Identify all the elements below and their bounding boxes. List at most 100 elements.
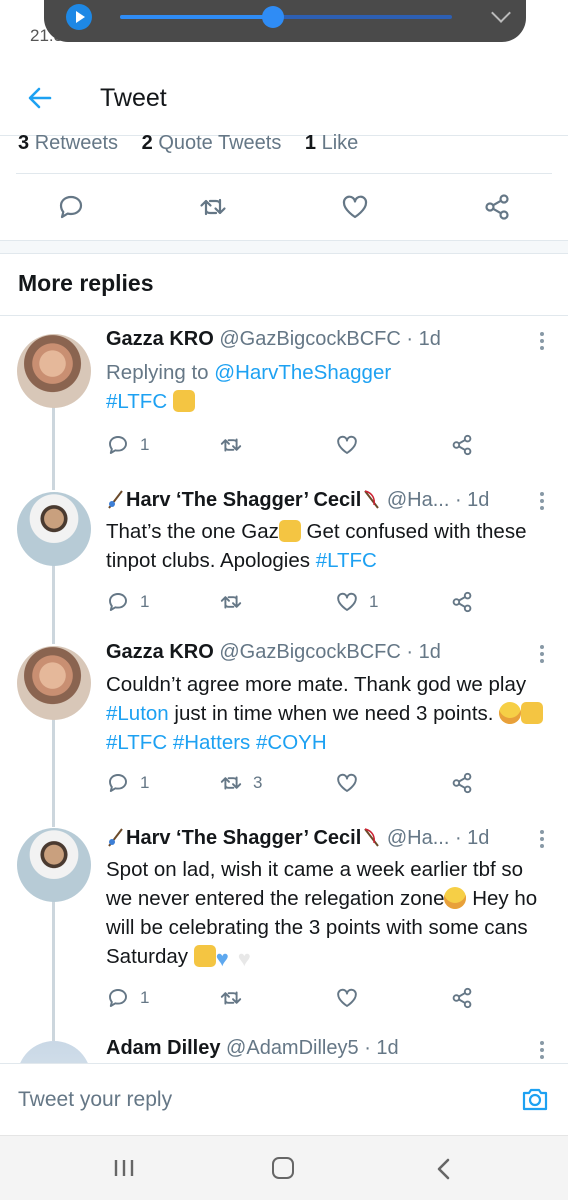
media-player[interactable] <box>44 0 526 42</box>
author-handle[interactable]: @GazBigcockBCFC <box>219 641 400 663</box>
section-separator <box>0 240 568 254</box>
reply-tweet[interactable]: Adam Dilley @AdamDilley5 · 1d <box>0 1037 568 1063</box>
heart-icon <box>337 773 357 792</box>
more-options-icon[interactable] <box>540 830 544 848</box>
media-progress-knob[interactable] <box>261 6 284 28</box>
hashtag-link[interactable]: #LTFC #Hatters #COYH <box>106 731 327 754</box>
share-icon[interactable] <box>482 192 512 222</box>
heart-icon[interactable] <box>340 192 370 222</box>
reply-button[interactable]: 1 <box>106 589 149 615</box>
tweet-body: Replying to @HarvTheShagger #LTFC <box>106 361 392 413</box>
tweet-time: · 1d <box>406 641 441 663</box>
heart-icon <box>337 988 357 1007</box>
avatar[interactable] <box>17 646 91 720</box>
media-progress-track[interactable] <box>120 6 452 28</box>
tweet-actions: 1 <box>106 985 546 1013</box>
retweet-icon <box>220 595 242 609</box>
share-icon <box>452 987 472 1009</box>
retweet-button[interactable]: 3 <box>219 770 262 796</box>
thread-connector <box>52 719 55 827</box>
tweet-time: · 1d <box>454 827 490 849</box>
hashtag-link[interactable]: #LTFC <box>106 390 167 413</box>
fishing-pole-icon <box>364 490 380 509</box>
retweet-button[interactable] <box>219 589 253 615</box>
retweet-button[interactable] <box>219 432 253 458</box>
stat-retweets[interactable]: 3 Retweets <box>18 132 118 154</box>
fishing-pole-icon <box>108 490 123 509</box>
like-button[interactable]: 1 <box>335 589 378 615</box>
reply-composer[interactable]: Tweet your reply <box>0 1063 568 1135</box>
share-icon <box>452 591 472 613</box>
avatar[interactable] <box>17 334 91 408</box>
reply-count: 1 <box>140 773 150 792</box>
more-options-icon[interactable] <box>540 645 544 663</box>
white-heart-icon: ♥ <box>237 946 251 971</box>
author-handle[interactable]: @Ha... <box>387 489 450 511</box>
hashtag-link[interactable]: #LTFC <box>316 549 377 572</box>
camera-icon[interactable] <box>520 1084 550 1114</box>
share-button[interactable] <box>450 985 484 1011</box>
reply-input[interactable]: Tweet your reply <box>18 1088 172 1112</box>
tweet-header: Adam Dilley @AdamDilley5 · 1d <box>106 1037 536 1060</box>
avatar[interactable] <box>17 1041 91 1063</box>
hashtag-link[interactable]: #Luton <box>106 702 169 725</box>
top-bar: Tweet <box>0 60 568 136</box>
reply-icon <box>109 593 127 611</box>
arrow-left-icon[interactable] <box>26 84 54 112</box>
retweet-button[interactable] <box>219 985 253 1011</box>
reply-icon[interactable] <box>56 192 86 222</box>
heart-icon <box>337 592 357 611</box>
share-button[interactable] <box>450 589 484 615</box>
author-handle[interactable]: @GazBigcockBCFC <box>219 328 400 350</box>
reply-icon <box>109 774 127 792</box>
heart-icon <box>337 435 357 454</box>
author-name[interactable]: Gazza KRO <box>106 328 214 350</box>
share-icon <box>452 434 472 456</box>
tweet-actions: 1 3 <box>106 770 546 798</box>
laughing-face-icon <box>444 887 467 909</box>
reply-button[interactable]: 1 <box>106 432 149 458</box>
tweet-actions: 1 <box>106 432 546 460</box>
author-name[interactable]: Gazza KRO <box>106 641 214 663</box>
retweet-count: 3 <box>253 773 263 792</box>
author-name[interactable]: Harv ‘The Shagger’ Cecil <box>126 489 361 511</box>
tweet-body: Spot on lad, wish it came a week earlier… <box>106 858 538 971</box>
author-handle[interactable]: @AdamDilley5 <box>226 1037 359 1059</box>
more-options-icon[interactable] <box>540 332 544 350</box>
reply-count: 1 <box>140 435 150 454</box>
reply-icon <box>109 989 127 1007</box>
reply-button[interactable]: 1 <box>106 985 149 1011</box>
stat-likes[interactable]: 1 Like <box>305 132 358 154</box>
main-tweet-actions <box>0 180 568 236</box>
like-button[interactable] <box>335 432 369 458</box>
author-handle[interactable]: @Ha... <box>387 827 450 849</box>
back-nav-icon[interactable] <box>434 1158 454 1180</box>
reply-button[interactable]: 1 <box>106 770 149 796</box>
reply-count: 1 <box>140 592 150 611</box>
tweet-header: Harv ‘The Shagger’ Cecil @Ha... · 1d <box>106 826 536 850</box>
like-count: 1 <box>369 592 379 611</box>
avatar[interactable] <box>17 492 91 566</box>
mention-link[interactable]: @HarvTheShagger <box>214 361 391 384</box>
tweet-header: Gazza KRO @GazBigcockBCFC · 1d <box>106 328 536 351</box>
like-button[interactable] <box>335 770 369 796</box>
chevron-down-icon[interactable] <box>491 3 511 23</box>
tweet-stats: 3 Retweets 2 Quote Tweets 1 Like <box>18 132 358 155</box>
avatar[interactable] <box>17 828 91 902</box>
clapping-hands-icon <box>521 702 544 724</box>
tweet-time: · 1d <box>454 489 490 511</box>
like-button[interactable] <box>335 985 369 1011</box>
system-navigation-bar <box>0 1135 568 1200</box>
share-button[interactable] <box>450 770 484 796</box>
recent-apps-icon[interactable] <box>113 1158 135 1178</box>
author-name[interactable]: Harv ‘The Shagger’ Cecil <box>126 827 361 849</box>
more-options-icon[interactable] <box>540 492 544 510</box>
play-icon[interactable] <box>66 4 92 30</box>
home-icon[interactable] <box>272 1157 294 1179</box>
stat-quote-tweets[interactable]: 2 Quote Tweets <box>142 132 282 154</box>
more-options-icon[interactable] <box>540 1041 544 1059</box>
author-name[interactable]: Adam Dilley <box>106 1037 220 1059</box>
share-button[interactable] <box>450 432 484 458</box>
retweet-icon[interactable] <box>198 192 228 222</box>
tweet-header: Harv ‘The Shagger’ Cecil @Ha... · 1d <box>106 488 536 512</box>
